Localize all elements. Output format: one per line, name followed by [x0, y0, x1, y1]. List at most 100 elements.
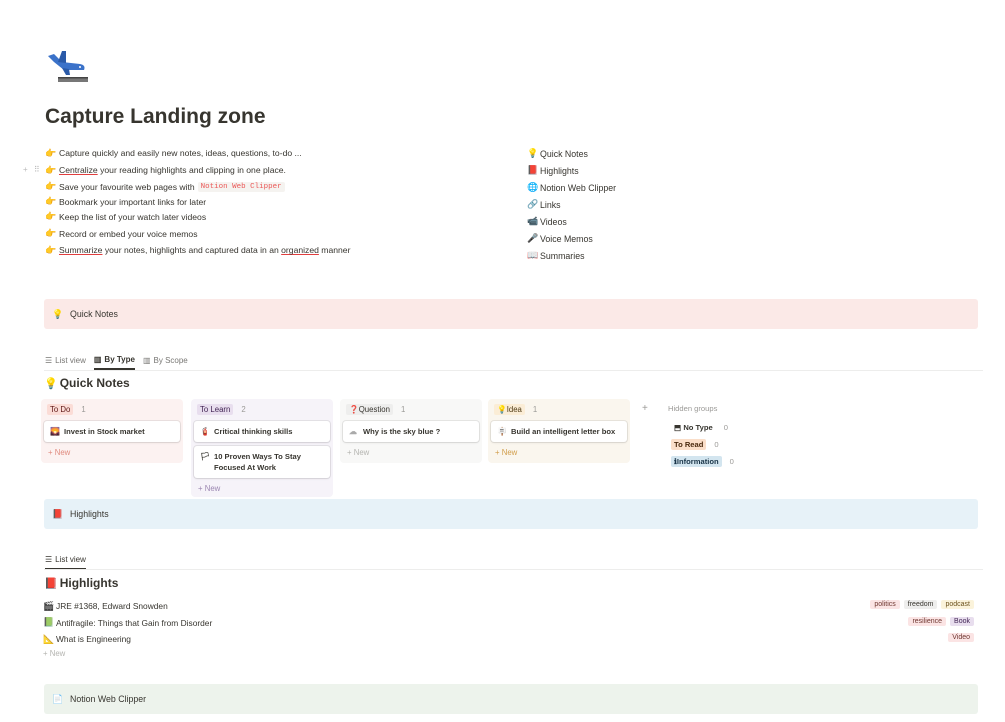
board-icon: ▥ [93, 355, 102, 364]
question-mark-icon: ❓ [349, 404, 359, 414]
board-card[interactable]: 🧯 Critical thinking skills [194, 421, 330, 442]
link-highlights[interactable]: 📕 Highlights [527, 162, 727, 179]
placard-icon: 🪧 [497, 427, 507, 436]
tag: resilience [908, 616, 947, 626]
board-card[interactable]: 🌄 Invest in Stock market [44, 421, 180, 442]
tag: Book [950, 616, 974, 626]
column-header[interactable]: To Do 1 [44, 401, 180, 417]
inline-code: Notion Web Clipper [197, 181, 285, 192]
new-item-button[interactable]: + New [43, 648, 978, 658]
add-group-button[interactable]: + [642, 403, 648, 414]
hidden-group-information[interactable]: ℹInformation 0 [671, 453, 734, 470]
intro-bullet: + ⠿ 👉 Centralize your reading highlights… [23, 164, 286, 176]
board-column-to-do: To Do 1 🌄 Invest in Stock market + New [41, 399, 183, 463]
microphone-icon: 🎤 [527, 233, 539, 243]
link-videos[interactable]: 📹 Videos [527, 213, 727, 230]
tag-list: resilience Book [904, 616, 974, 626]
pointing-hand-icon: 👉 [45, 181, 57, 192]
tag: Video [948, 633, 974, 642]
new-card-button[interactable]: + New [194, 478, 330, 497]
board-column-question: ❓Question 1 ☁ Why is the sky blue ? + New [340, 399, 482, 463]
pointing-hand-icon: 👉 [45, 228, 57, 239]
red-book-icon: 📕 [52, 508, 64, 519]
lightbulb-icon: 💡 [52, 308, 64, 319]
link-summaries[interactable]: 📖 Summaries [527, 247, 727, 264]
triangular-ruler-icon: 📐 [43, 633, 55, 644]
tag-list: politics freedom podcast [866, 600, 974, 609]
divider [44, 370, 983, 371]
quick-notes-callout: 💡 Quick Notes [44, 299, 978, 329]
quick-notes-view-tabs: ☰ List view ▥ By Type ▥ By Scope [45, 355, 196, 370]
hidden-groups-label: Hidden groups [668, 404, 718, 413]
video-camera-icon: 📹 [527, 216, 539, 226]
page-title: Capture Landing zone [45, 105, 266, 128]
link-links[interactable]: 🔗 Links [527, 196, 727, 213]
hidden-groups: Hidden groups ⬒ No Type 0 To Read 0 ℹInf… [668, 404, 734, 470]
column-header[interactable]: To Learn 2 [194, 401, 330, 417]
link-voice-memos[interactable]: 🎤 Voice Memos [527, 230, 727, 247]
intro-bullet: 👉 Bookmark your important links for late… [45, 196, 207, 207]
red-book-icon: 📕 [527, 165, 539, 175]
intro-bullet: 👉 Save your favourite web pages with Not… [45, 179, 475, 196]
clapperboard-icon: 🎬 [43, 600, 55, 611]
new-card-button[interactable]: + New [491, 442, 627, 461]
pointing-hand-icon: 👉 [45, 196, 57, 207]
tag: podcast [941, 600, 974, 609]
drag-handle-icon[interactable]: + ⠿ [23, 165, 42, 174]
pointing-hand-icon: 👉 [45, 211, 57, 222]
board-column-idea: 💡Idea 1 🪧 Build an intelligent letter box… [488, 399, 630, 463]
column-count: 1 [81, 404, 86, 414]
page-links: 💡 Quick Notes 📕 Highlights 🌐 Notion Web Cli… [527, 145, 727, 264]
tab-list-view[interactable]: ☰ List view [45, 355, 86, 370]
board-icon: ▥ [142, 356, 151, 365]
intro-bullet: 👉 Keep the list of your watch later vide… [45, 211, 207, 222]
board-card[interactable]: 🏳 10 Proven Ways To Stay Focused At Work [194, 446, 330, 478]
open-book-icon: 📖 [527, 250, 539, 260]
quick-notes-db-title[interactable]: 💡 Quick Notes [44, 376, 130, 390]
red-book-icon: 📕 [44, 577, 58, 590]
globe-icon: 🌐 [527, 182, 539, 192]
board-column-to-learn: To Learn 2 🧯 Critical thinking skills 🏳 10… [191, 399, 333, 497]
link-quick-notes[interactable]: 💡 Quick Notes [527, 145, 727, 162]
list-icon: ☰ [45, 555, 53, 564]
tab-by-scope[interactable]: ▥ By Scope [143, 355, 188, 370]
hidden-group-to-read[interactable]: To Read 0 [671, 436, 734, 453]
new-card-button[interactable]: + New [343, 442, 479, 461]
lightbulb-icon: 💡 [527, 148, 539, 158]
inbox-icon: ⬒ [674, 423, 682, 432]
tab-by-type[interactable]: ▥ By Type [93, 355, 135, 370]
board-card[interactable]: 🪧 Build an intelligent letter box [491, 421, 627, 442]
list-item[interactable]: 📐 What is Engineering Video [43, 631, 978, 648]
column-count: 1 [400, 404, 406, 414]
cloud-icon: ☁ [349, 427, 357, 436]
highlights-view-tabs: ☰ List view [45, 555, 94, 570]
tab-list-view[interactable]: ☰ List view [45, 555, 86, 570]
board-card[interactable]: ☁ Why is the sky blue ? [343, 421, 479, 442]
column-count: 2 [241, 404, 246, 414]
highlights-list: 🎬 JRE #1368, Edward Snowden politics fre… [43, 598, 978, 658]
column-header[interactable]: ❓Question 1 [343, 401, 479, 417]
airplane-arriving-icon [44, 48, 92, 88]
new-card-button[interactable]: + New [44, 442, 180, 461]
sunrise-icon: 🌄 [50, 427, 60, 436]
intro-bullet: 👉 Capture quickly and easily new notes, … [45, 147, 302, 159]
intro-bullet-list: 👉 Capture quickly and easily new notes, … [23, 145, 475, 259]
column-count: 1 [532, 404, 538, 414]
column-header[interactable]: 💡Idea 1 [491, 401, 627, 417]
green-book-icon: 📗 [43, 617, 55, 628]
list-item[interactable]: 🎬 JRE #1368, Edward Snowden politics fre… [43, 598, 978, 615]
tag: freedom [903, 600, 938, 609]
highlights-db-title[interactable]: 📕 Highlights [44, 576, 118, 590]
flag-icon: 🏳 [200, 452, 211, 461]
list-icon: ☰ [45, 356, 53, 365]
lightbulb-icon: 💡 [497, 404, 507, 414]
web-clipper-callout: 📄 Notion Web Clipper [44, 684, 978, 714]
highlights-callout: 📕 Highlights [44, 499, 978, 529]
link-notion-web-clipper[interactable]: 🌐 Notion Web Clipper [527, 179, 727, 196]
list-item[interactable]: 📗 Antifragile: Things that Gain from Dis… [43, 615, 978, 632]
page-icon: 📄 [52, 693, 64, 704]
hidden-group-no-type[interactable]: ⬒ No Type 0 [671, 419, 734, 436]
link-icon: 🔗 [527, 199, 539, 209]
divider [44, 569, 983, 570]
fire-extinguisher-icon: 🧯 [200, 427, 210, 436]
